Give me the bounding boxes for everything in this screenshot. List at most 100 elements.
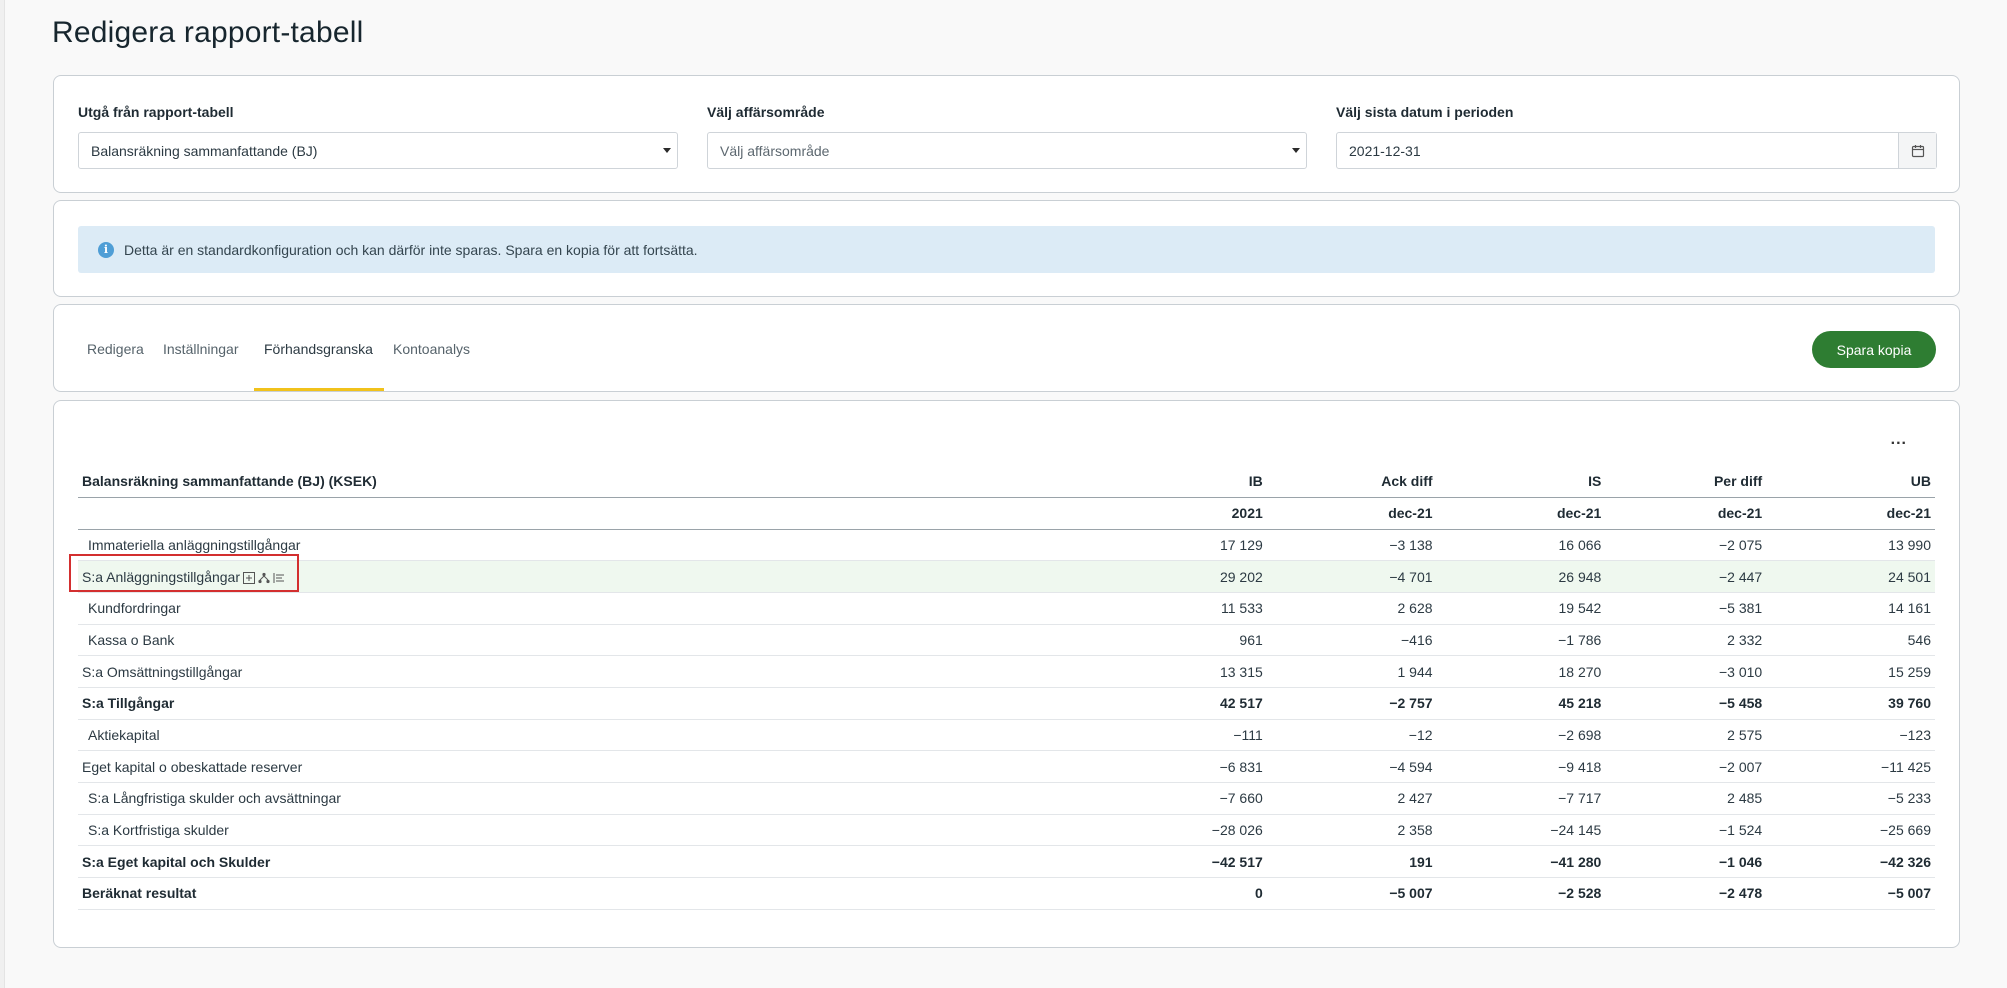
tab-forhandsgranska[interactable]: Förhandsgranska bbox=[264, 341, 373, 357]
more-options-button[interactable]: ... bbox=[1891, 431, 1907, 449]
value-cell: 2 485 bbox=[1605, 782, 1767, 815]
calendar-icon[interactable] bbox=[1898, 133, 1936, 168]
last-date-value: 2021-12-31 bbox=[1349, 143, 1421, 159]
value-cell: −5 458 bbox=[1605, 687, 1767, 720]
business-area-placeholder: Välj affärsområde bbox=[720, 143, 830, 159]
table-row[interactable]: Beräknat resultat 0 −5 007 −2 528 −2 478 −5 0… bbox=[78, 877, 1935, 910]
value-cell: 961 bbox=[1098, 624, 1267, 657]
column-header: Per diff bbox=[1605, 465, 1767, 498]
value-cell: −42 326 bbox=[1766, 845, 1935, 879]
report-table-select[interactable]: Balansräkning sammanfattande (BJ) bbox=[78, 132, 678, 169]
value-cell: 29 202 bbox=[1098, 560, 1267, 593]
tab-installningar[interactable]: Inställningar bbox=[163, 341, 239, 357]
filters-card: Utgå från rapport-tabell Balansräkning s… bbox=[53, 75, 1960, 193]
value-cell: −2 447 bbox=[1605, 560, 1767, 593]
value-cell: 2 332 bbox=[1605, 624, 1767, 657]
table-row[interactable]: S:a Omsättningstillgångar 13 315 1 944 18 2… bbox=[78, 655, 1935, 688]
value-cell: −5 007 bbox=[1766, 877, 1935, 910]
tab-redigera[interactable]: Redigera bbox=[87, 341, 144, 357]
column-header: Balansräkning sammanfattande (BJ) (KSEK) bbox=[78, 465, 1098, 498]
value-cell: −1 524 bbox=[1605, 814, 1767, 847]
value-cell: 16 066 bbox=[1436, 529, 1606, 562]
table-row[interactable]: S:a Eget kapital och Skulder −42 517 191 −4… bbox=[78, 845, 1935, 879]
row-label-cell: Kundfordringar bbox=[78, 592, 1098, 625]
table-row[interactable]: Kassa o Bank 961 −416 −1 786 2 332 546 bbox=[78, 624, 1935, 657]
value-cell: 39 760 bbox=[1766, 687, 1935, 720]
row-label-cell: Eget kapital o obeskattade reserver bbox=[78, 750, 1098, 783]
value-cell: 191 bbox=[1266, 845, 1437, 879]
value-cell: 13 315 bbox=[1098, 655, 1267, 688]
table-row[interactable]: S:a Långfristiga skulder och avsättninga… bbox=[78, 782, 1935, 815]
last-date-input[interactable]: 2021-12-31 bbox=[1336, 132, 1937, 169]
business-area-field: Välj affärsområde Välj affärsområde bbox=[707, 104, 1307, 169]
value-cell: −2 698 bbox=[1436, 719, 1606, 752]
value-cell: −5 007 bbox=[1266, 877, 1437, 910]
value-cell: −6 831 bbox=[1098, 750, 1267, 783]
row-label-cell: Kassa o Bank bbox=[78, 624, 1098, 657]
column-subheader: dec-21 bbox=[1766, 497, 1935, 530]
value-cell: −111 bbox=[1098, 719, 1267, 752]
value-cell: 14 161 bbox=[1766, 592, 1935, 625]
value-cell: 2 358 bbox=[1266, 814, 1437, 847]
value-cell: −5 381 bbox=[1605, 592, 1767, 625]
row-label: S:a Eget kapital och Skulder bbox=[82, 853, 271, 870]
table-row[interactable]: Immateriella anläggningstillgångar 17 129… bbox=[78, 529, 1935, 562]
left-rail bbox=[0, 0, 5, 988]
row-label: Eget kapital o obeskattade reserver bbox=[82, 758, 303, 775]
table-row[interactable]: Eget kapital o obeskattade reserver −6 83… bbox=[78, 750, 1935, 783]
page-title: Redigera rapport-tabell bbox=[52, 16, 364, 49]
value-cell: −9 418 bbox=[1436, 750, 1606, 783]
column-header: IS bbox=[1436, 465, 1606, 498]
table-row[interactable]: S:a Anläggningstillgångar 29 202 −4 701 26 … bbox=[78, 560, 1935, 593]
value-cell: 19 542 bbox=[1436, 592, 1606, 625]
row-label: Aktiekapital bbox=[88, 726, 160, 743]
value-cell: −41 280 bbox=[1436, 845, 1606, 879]
business-area-label: Välj affärsområde bbox=[707, 104, 825, 120]
value-cell: −25 669 bbox=[1766, 814, 1935, 847]
row-label: S:a Tillgångar bbox=[82, 695, 175, 712]
row-label-cell: S:a Omsättningstillgångar bbox=[78, 655, 1098, 688]
value-cell: −2 075 bbox=[1605, 529, 1767, 562]
value-cell: −12 bbox=[1266, 719, 1437, 752]
value-cell: −7 717 bbox=[1436, 782, 1606, 815]
row-label: Beräknat resultat bbox=[82, 885, 197, 902]
last-date-label: Välj sista datum i perioden bbox=[1336, 104, 1514, 120]
business-area-select[interactable]: Välj affärsområde bbox=[707, 132, 1307, 169]
row-label: S:a Långfristiga skulder och avsättninga… bbox=[88, 790, 341, 807]
tab-kontoanalys[interactable]: Kontoanalys bbox=[393, 341, 470, 357]
last-date-field: Välj sista datum i perioden 2021-12-31 bbox=[1336, 104, 1937, 169]
value-cell: 26 948 bbox=[1436, 560, 1606, 593]
column-subheader bbox=[78, 497, 1098, 530]
value-cell: 2 575 bbox=[1605, 719, 1767, 752]
active-tab-indicator bbox=[254, 388, 384, 391]
row-label-cell: S:a Långfristiga skulder och avsättninga… bbox=[78, 782, 1098, 815]
table-row[interactable]: Aktiekapital −111 −12 −2 698 2 575 −123 bbox=[78, 719, 1935, 752]
info-card: i Detta är en standardkonfiguration och … bbox=[53, 200, 1960, 297]
row-label-cell: S:a Kortfristiga skulder bbox=[78, 814, 1098, 847]
value-cell: 2 628 bbox=[1266, 592, 1437, 625]
value-cell: 11 533 bbox=[1098, 592, 1267, 625]
save-copy-button[interactable]: Spara kopia bbox=[1812, 331, 1936, 368]
report-table: Balansräkning sammanfattande (BJ) (KSEK)… bbox=[78, 465, 1935, 910]
value-cell: −1 786 bbox=[1436, 624, 1606, 657]
info-icon: i bbox=[98, 241, 114, 258]
column-subheader: dec-21 bbox=[1436, 497, 1606, 530]
table-row[interactable]: Kundfordringar 11 533 2 628 19 542 −5 381 14 … bbox=[78, 592, 1935, 625]
value-cell: −2 478 bbox=[1605, 877, 1767, 910]
report-table-label: Utgå från rapport-tabell bbox=[78, 104, 234, 120]
report-table-value: Balansräkning sammanfattande (BJ) bbox=[91, 143, 318, 159]
row-label: S:a Omsättningstillgångar bbox=[82, 663, 243, 680]
value-cell: −24 145 bbox=[1436, 814, 1606, 847]
value-cell: −11 425 bbox=[1766, 750, 1935, 783]
table-row[interactable]: S:a Kortfristiga skulder −28 026 2 358 −24 … bbox=[78, 814, 1935, 847]
report-table-card: ... Balansräkning sammanfattande (BJ) (K… bbox=[53, 400, 1960, 948]
value-cell: −42 517 bbox=[1098, 845, 1267, 879]
value-cell: −4 594 bbox=[1266, 750, 1437, 783]
value-cell: −123 bbox=[1766, 719, 1935, 752]
table-row[interactable]: S:a Tillgångar 42 517 −2 757 45 218 −5 458 39… bbox=[78, 687, 1935, 720]
value-cell: −5 233 bbox=[1766, 782, 1935, 815]
table-header-row: Balansräkning sammanfattande (BJ) (KSEK)… bbox=[78, 465, 1935, 498]
selection-highlight-box bbox=[69, 554, 299, 592]
column-header: Ack diff bbox=[1266, 465, 1437, 498]
row-label: Kundfordringar bbox=[88, 600, 181, 617]
